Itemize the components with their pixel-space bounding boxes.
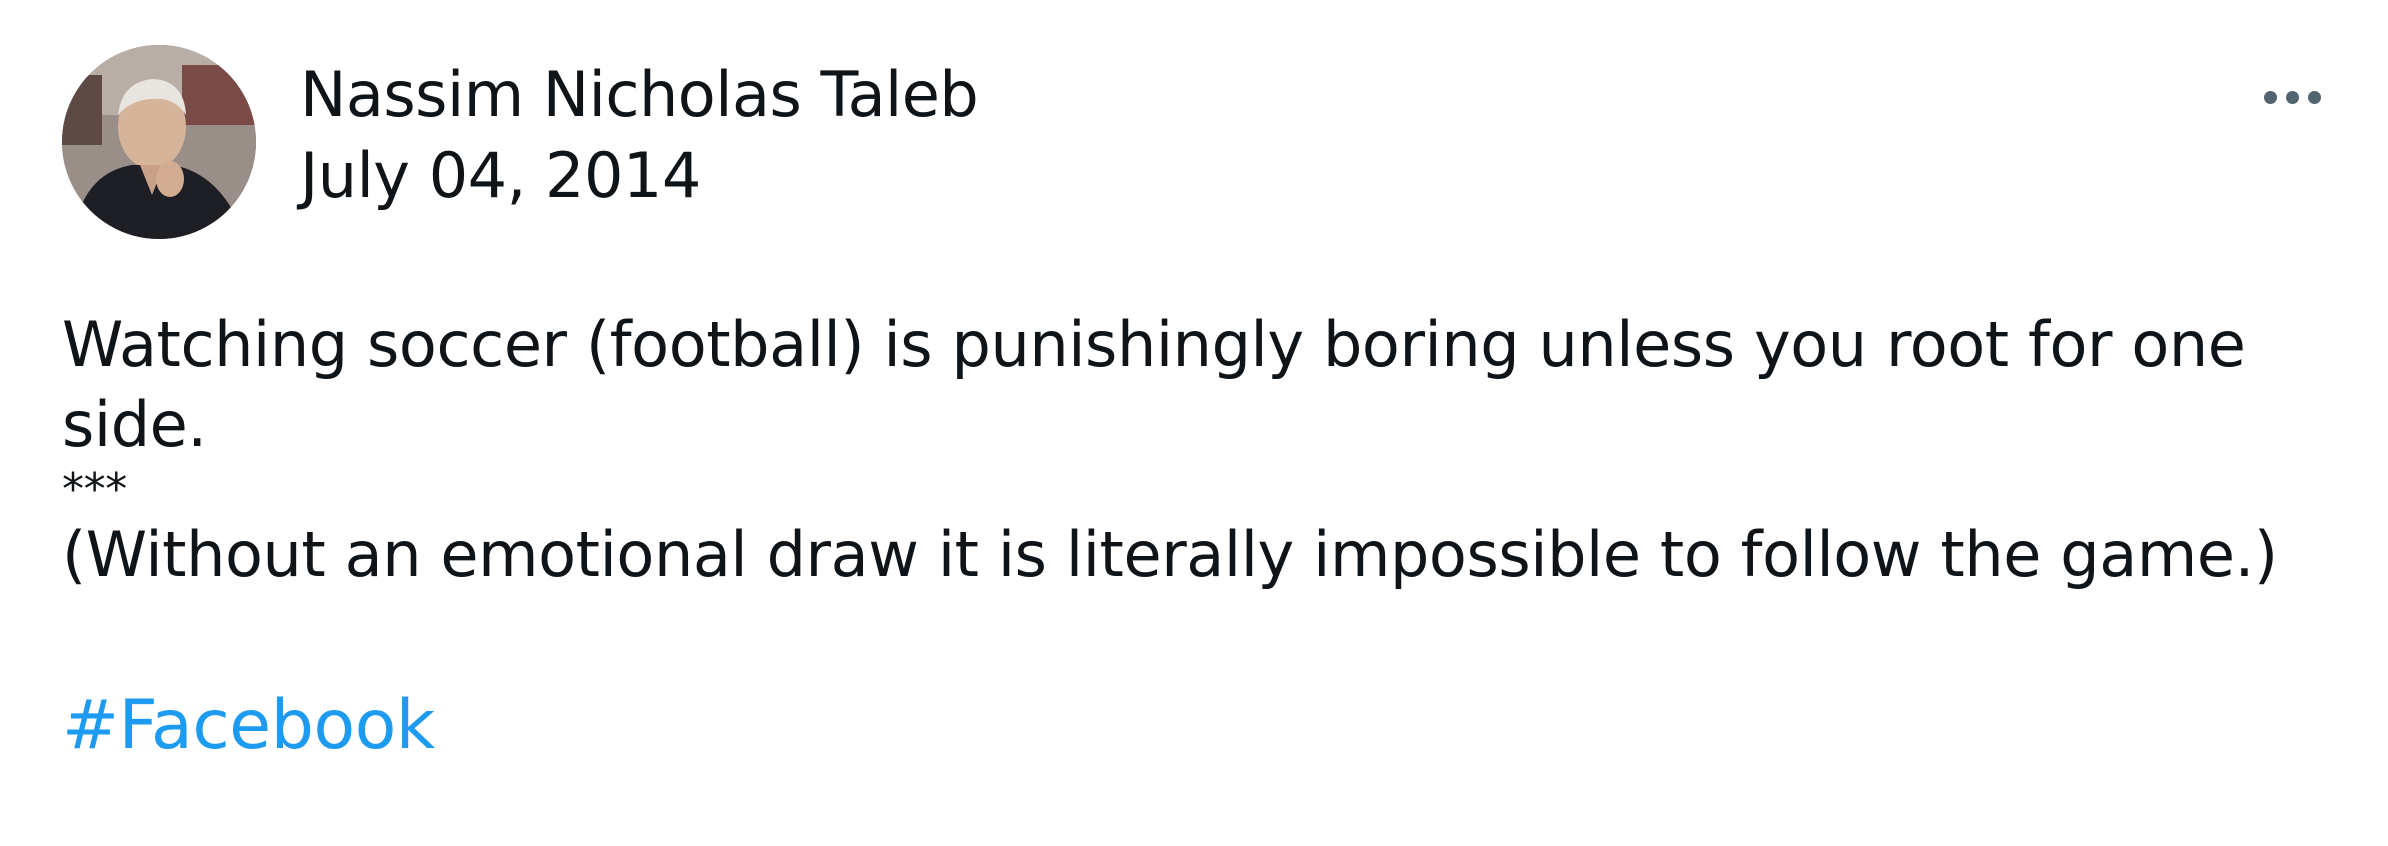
more-horizontal-icon-dot <box>2286 91 2299 104</box>
post-paragraph-gap <box>62 595 2312 681</box>
more-options-button[interactable] <box>2262 74 2326 122</box>
hashtag-link[interactable]: #Facebook <box>62 681 2312 771</box>
post-card: Nassim Nicholas Taleb July 04, 2014 Watc… <box>0 0 2388 846</box>
post-text-line: Watching soccer (football) is punishingl… <box>62 308 2246 381</box>
more-horizontal-icon-dot <box>2308 91 2321 104</box>
post-text-line: side. <box>62 388 207 461</box>
author-name[interactable]: Nassim Nicholas Taleb <box>300 55 979 135</box>
more-horizontal-icon <box>2264 91 2277 104</box>
post-date[interactable]: July 04, 2014 <box>300 136 701 216</box>
post-separator: *** <box>62 464 127 515</box>
post-text-line: (Without an emotional draw it is literal… <box>62 518 2278 591</box>
avatar[interactable] <box>62 45 256 239</box>
post-text: Watching soccer (football) is punishingl… <box>62 305 2312 771</box>
avatar-image <box>62 45 256 239</box>
